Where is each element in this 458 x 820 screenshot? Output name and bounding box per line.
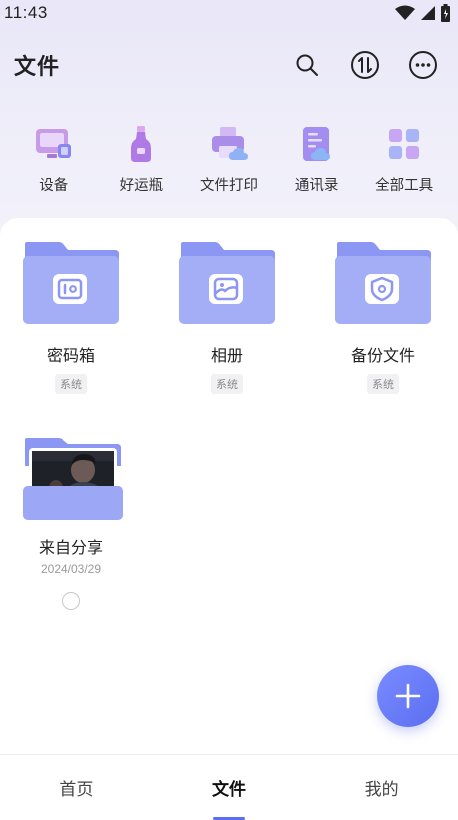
transfer-icon [351, 51, 379, 79]
bottle-icon [131, 126, 152, 162]
folder-item[interactable]: 密码箱 系统 [11, 240, 131, 394]
tab-home[interactable]: 首页 [0, 755, 153, 820]
bottom-tab-bar: 首页 文件 我的 [0, 754, 458, 820]
folder-tag: 系统 [55, 374, 87, 394]
header: 文件 [0, 40, 458, 90]
folder-graphic [177, 240, 277, 326]
quick-action-label: 全部工具 [375, 178, 434, 194]
quick-action-label: 设备 [39, 178, 69, 194]
quick-actions: 设备 好运瓶 文件打印 通讯录 全部工具 [0, 124, 458, 204]
transfer-button[interactable] [348, 48, 382, 82]
wifi-icon [395, 5, 415, 20]
folder-name: 来自分享 [38, 538, 103, 557]
quick-action-all-tools[interactable]: 全部工具 [361, 124, 447, 204]
device-icon [35, 129, 71, 158]
folder-item[interactable]: 相册 系统 [167, 240, 287, 394]
folder-tag: 系统 [211, 374, 243, 394]
folder-name: 密码箱 [46, 346, 95, 365]
quick-action-device[interactable]: 设备 [11, 124, 97, 204]
tab-files[interactable]: 文件 [153, 755, 306, 820]
tab-label: 我的 [364, 780, 399, 800]
quick-action-bottle[interactable]: 好运瓶 [98, 124, 184, 204]
quick-action-label: 通讯录 [294, 178, 339, 194]
search-button[interactable] [290, 48, 324, 82]
page-title: 文件 [14, 55, 61, 80]
tab-label: 文件 [212, 780, 246, 800]
tab-mine[interactable]: 我的 [305, 755, 458, 820]
status-icons [395, 4, 450, 22]
folder-graphic [333, 240, 433, 326]
battery-icon [441, 4, 450, 22]
folder-tag: 系统 [367, 374, 399, 394]
all-tools-icon [389, 129, 420, 159]
folder-item[interactable]: 来自分享 2024/03/29 [11, 436, 131, 610]
folder-item[interactable]: 备份文件 系统 [323, 240, 443, 394]
header-actions [290, 48, 440, 82]
more-button[interactable] [406, 48, 440, 82]
add-button[interactable] [377, 665, 439, 727]
folder-date: 2024/03/29 [40, 562, 102, 576]
folder-name: 备份文件 [350, 346, 415, 365]
quick-action-label: 好运瓶 [119, 178, 164, 194]
status-time: 11:43 [4, 3, 48, 22]
quick-action-contacts[interactable]: 通讯录 [274, 124, 360, 204]
search-icon [296, 54, 318, 76]
status-bar: 11:43 [0, 0, 458, 26]
signal-icon [421, 6, 435, 20]
tab-label: 首页 [59, 780, 94, 800]
more-icon [409, 51, 437, 79]
contacts-icon [302, 127, 330, 161]
plus-icon [395, 683, 421, 709]
folder-graphic [21, 240, 121, 326]
printer-icon [211, 127, 248, 160]
folder-name: 相册 [210, 346, 243, 365]
select-checkbox[interactable] [62, 592, 80, 610]
quick-action-print[interactable]: 文件打印 [186, 124, 272, 204]
folder-graphic [21, 436, 123, 522]
quick-action-label: 文件打印 [199, 178, 258, 194]
